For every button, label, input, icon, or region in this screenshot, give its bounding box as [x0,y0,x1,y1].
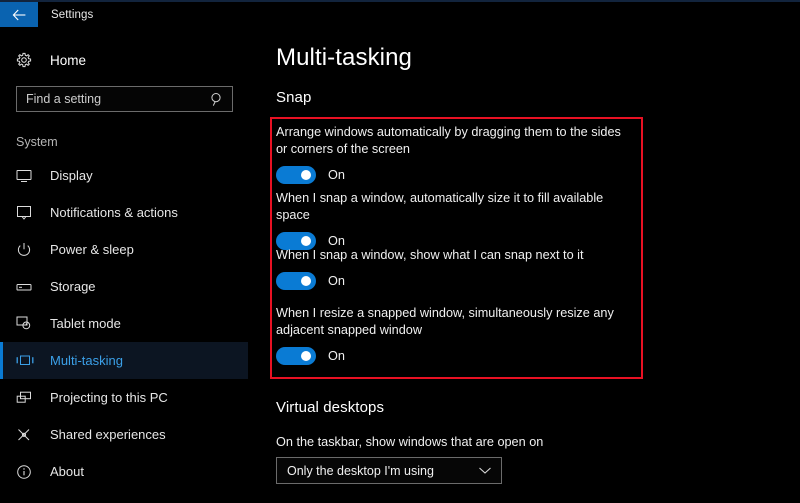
page-title: Multi-tasking [276,44,413,71]
tablet-icon [16,316,36,331]
taskbar-windows-dropdown-value: Only the desktop I'm using [287,463,434,478]
virtual-desktops-description: On the taskbar, show windows that are op… [276,435,544,449]
sidebar-nav-list: Display Notifications & actions Power & … [0,157,248,490]
projecting-icon [16,391,36,405]
window-title: Settings [51,8,94,21]
virtual-desktops-heading: Virtual desktops [276,399,385,416]
search-box[interactable] [16,86,233,112]
sidebar-item-storage-label: Storage [50,279,96,294]
sidebar-item-home-label: Home [50,52,87,68]
setting-arrange-windows-label: Arrange windows automatically by draggin… [276,125,621,156]
sidebar-item-home[interactable]: Home [0,45,248,75]
setting-show-snap-next: When I snap a window, show what I can sn… [276,247,636,290]
toggle-show-snap-next[interactable] [276,272,316,290]
toggle-knob [301,170,311,180]
sidebar-item-shared-experiences-label: Shared experiences [50,427,166,442]
taskbar-windows-dropdown[interactable]: Only the desktop I'm using [276,457,502,484]
notification-icon [16,205,36,220]
setting-resize-adjacent-row: On [276,347,636,365]
info-icon [16,464,36,480]
sidebar-item-power[interactable]: Power & sleep [0,231,248,268]
toggle-resize-adjacent-state: On [328,349,345,363]
power-icon [16,242,36,258]
toggle-knob [301,351,311,361]
sidebar-group-label: System [16,135,58,149]
chevron-down-icon [478,462,492,480]
setting-auto-size: When I snap a window, automatically size… [276,190,636,250]
sidebar-item-notifications[interactable]: Notifications & actions [0,194,248,231]
sidebar-item-display[interactable]: Display [0,157,248,194]
back-arrow-icon [12,9,25,20]
search-input[interactable] [17,87,232,111]
sidebar-item-shared-experiences[interactable]: Shared experiences [0,416,248,453]
multitasking-icon [16,354,36,367]
back-button[interactable] [0,2,38,27]
main-content: Multi-tasking Snap Arrange windows autom… [248,27,800,503]
sidebar-item-multi-tasking[interactable]: Multi-tasking [0,342,248,379]
sidebar: Home System Display [0,27,248,503]
title-bar: Settings [0,2,800,27]
setting-arrange-windows: Arrange windows automatically by draggin… [276,124,636,184]
sidebar-item-projecting-label: Projecting to this PC [50,390,168,405]
share-icon [16,427,36,443]
sidebar-item-power-label: Power & sleep [50,242,134,257]
setting-show-snap-next-row: On [276,272,636,290]
sidebar-item-multi-tasking-label: Multi-tasking [50,353,123,368]
toggle-knob [301,276,311,286]
sidebar-item-display-label: Display [50,168,93,183]
toggle-arrange-windows[interactable] [276,166,316,184]
setting-resize-adjacent: When I resize a snapped window, simultan… [276,305,636,365]
sidebar-item-about-label: About [50,464,84,479]
sidebar-item-tablet-mode[interactable]: Tablet mode [0,305,248,342]
setting-auto-size-label: When I snap a window, automatically size… [276,191,604,222]
drive-icon [16,281,36,293]
setting-show-snap-next-label: When I snap a window, show what I can sn… [276,248,584,262]
toggle-auto-size-state: On [328,234,345,248]
settings-window: Settings Home Sy [0,0,800,503]
sidebar-item-about[interactable]: About [0,453,248,490]
snap-section-heading: Snap [276,89,312,106]
toggle-show-snap-next-state: On [328,274,345,288]
setting-arrange-windows-row: On [276,166,636,184]
sidebar-item-storage[interactable]: Storage [0,268,248,305]
toggle-arrange-windows-state: On [328,168,345,182]
sidebar-item-notifications-label: Notifications & actions [50,205,178,220]
toggle-resize-adjacent[interactable] [276,347,316,365]
monitor-icon [16,169,36,183]
gear-icon [16,52,36,68]
sidebar-item-tablet-mode-label: Tablet mode [50,316,121,331]
toggle-knob [301,236,311,246]
setting-resize-adjacent-label: When I resize a snapped window, simultan… [276,306,614,337]
sidebar-item-projecting[interactable]: Projecting to this PC [0,379,248,416]
